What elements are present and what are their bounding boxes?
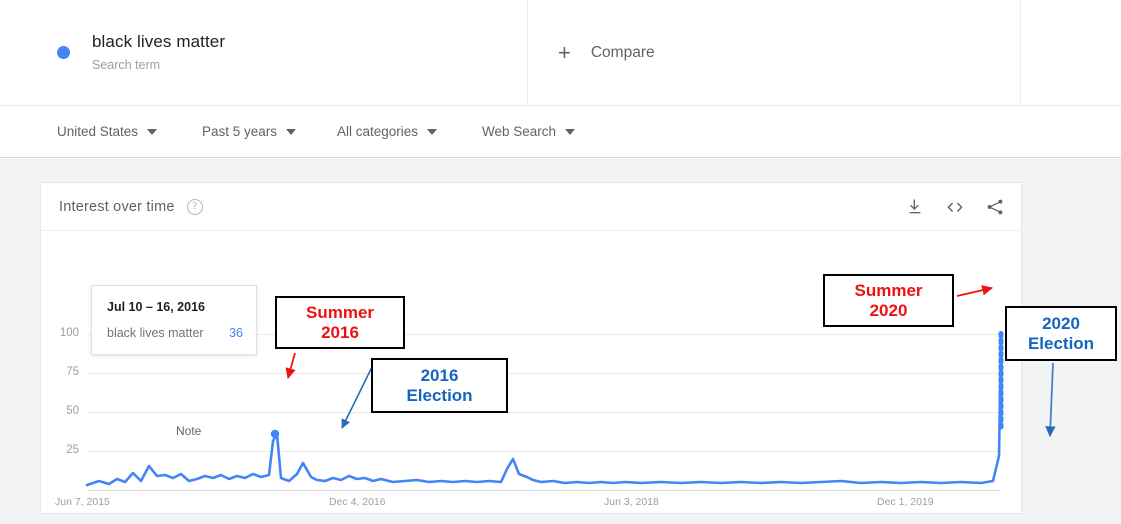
filter-location-label: United States [57, 124, 139, 139]
annotation-2020-election: 2020 Election [1005, 306, 1117, 361]
search-terms-row: black lives matter Search term + Compare [0, 0, 1121, 106]
tooltip-value: 36 [229, 326, 243, 340]
filter-category-label: All categories [337, 124, 419, 139]
series-color-dot [57, 46, 70, 59]
help-icon[interactable]: ? [186, 198, 203, 215]
compare-label: Compare [590, 43, 655, 61]
annotation-summer-2020-line2: 2020 [869, 300, 908, 320]
chevron-down-icon [147, 128, 158, 135]
annotation-2020-election-line1: 2020 [1042, 313, 1080, 333]
chart-gridlines [87, 334, 1001, 491]
filter-location[interactable]: United States [57, 124, 158, 139]
chart-note-marker[interactable]: Note [176, 424, 201, 438]
x-axis-tick-3: Dec 1, 2019 [877, 496, 934, 508]
share-icon[interactable] [985, 197, 1005, 217]
filter-category[interactable]: All categories [337, 124, 438, 139]
y-axis-tick-75: 75 [66, 366, 79, 378]
chevron-down-icon [286, 128, 297, 135]
chevron-down-icon [427, 128, 438, 135]
page-title: Interest over time [59, 198, 175, 215]
annotation-2020-election-line2: Election [1027, 333, 1095, 353]
annotation-summer-2016-line1: Summer [305, 302, 375, 322]
annotation-2016-election-line2: Election [406, 385, 473, 405]
chevron-down-icon [565, 128, 576, 135]
annotation-summer-2016: Summer 2016 [275, 296, 405, 349]
annotation-summer-2016-line2: 2016 [321, 322, 359, 342]
card-header: Interest over time ? [41, 183, 1021, 231]
embed-code-icon[interactable] [945, 197, 965, 217]
annotation-summer-2020-line1: Summer [854, 280, 923, 300]
chart-tooltip: Jul 10 – 16, 2016 black lives matter 36 [91, 285, 257, 355]
google-trends-page: black lives matter Search term + Compare… [0, 0, 1121, 524]
x-axis-tick-2: Jun 3, 2018 [604, 496, 659, 508]
tooltip-term: black lives matter [107, 326, 204, 340]
tooltip-date: Jul 10 – 16, 2016 [107, 300, 205, 314]
y-axis-tick-50: 50 [66, 405, 79, 417]
y-axis-tick-100: 100 [59, 327, 79, 339]
search-term-type: Search term [92, 58, 161, 72]
filter-search-type-label: Web Search [482, 124, 557, 139]
filter-search-type[interactable]: Web Search [482, 124, 576, 139]
annotation-2016-election: 2016 Election [371, 358, 508, 413]
tooltip-focus-dot [270, 429, 280, 439]
filter-time-range-label: Past 5 years [202, 124, 278, 139]
trend-line [85, 332, 1003, 487]
filter-time-range[interactable]: Past 5 years [202, 124, 297, 139]
compare-card[interactable]: + Compare [528, 0, 1021, 105]
download-icon[interactable] [905, 197, 925, 217]
filters-row: United States Past 5 years All categorie… [0, 106, 1121, 158]
plus-icon: + [558, 39, 571, 65]
card-actions [905, 197, 1005, 217]
annotation-summer-2020: Summer 2020 [823, 274, 954, 327]
x-axis-tick-1: Dec 4, 2016 [329, 496, 386, 508]
search-term-card[interactable]: black lives matter Search term [40, 0, 528, 105]
search-term-label: black lives matter [92, 32, 226, 51]
y-axis-tick-25: 25 [66, 444, 79, 456]
x-axis-tick-0: Jun 7, 2015 [55, 496, 110, 508]
annotation-2016-election-line1: 2016 [420, 365, 459, 385]
